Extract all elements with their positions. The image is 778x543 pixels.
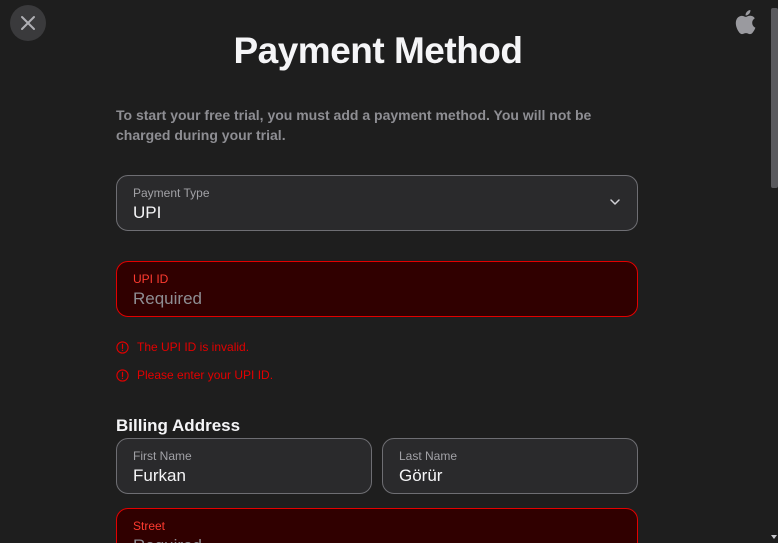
scroll-down-arrow-icon[interactable]: [770, 534, 778, 540]
scrollbar[interactable]: [770, 0, 778, 543]
street-input[interactable]: [133, 536, 353, 543]
payment-type-label: Payment Type: [133, 186, 210, 200]
page-title: Payment Method: [233, 30, 523, 71]
first-name-input[interactable]: [133, 466, 353, 486]
payment-type-value: UPI: [133, 203, 162, 222]
error-text: Please enter your UPI ID.: [137, 368, 274, 382]
billing-address-heading: Billing Address: [116, 416, 241, 435]
payment-method-page: Payment Method To start your free trial,…: [0, 0, 778, 543]
chevron-down-icon: [610, 199, 620, 205]
error-text: The UPI ID is invalid.: [137, 340, 250, 354]
upi-id-field-container: UPI ID: [116, 261, 638, 317]
first-name-field-container: First Name: [116, 438, 372, 494]
first-name-label: First Name: [133, 449, 192, 463]
last-name-input[interactable]: [399, 466, 619, 486]
scrollbar-thumb[interactable]: [771, 8, 778, 188]
error-message-invalid: The UPI ID is invalid.: [116, 340, 249, 354]
error-message-required: Please enter your UPI ID.: [116, 368, 273, 382]
street-label: Street: [133, 519, 166, 533]
intro-text: To start your free trial, you must add a…: [116, 107, 592, 143]
error-icon: [116, 368, 129, 382]
payment-type-select[interactable]: Payment Type UPI: [116, 175, 638, 231]
error-icon: [116, 340, 129, 354]
street-field-container: Street: [116, 508, 638, 543]
last-name-field-container: Last Name: [382, 438, 638, 494]
upi-id-label: UPI ID: [133, 272, 169, 286]
close-icon: [21, 16, 35, 30]
upi-id-input[interactable]: [133, 289, 353, 309]
last-name-label: Last Name: [399, 449, 458, 463]
